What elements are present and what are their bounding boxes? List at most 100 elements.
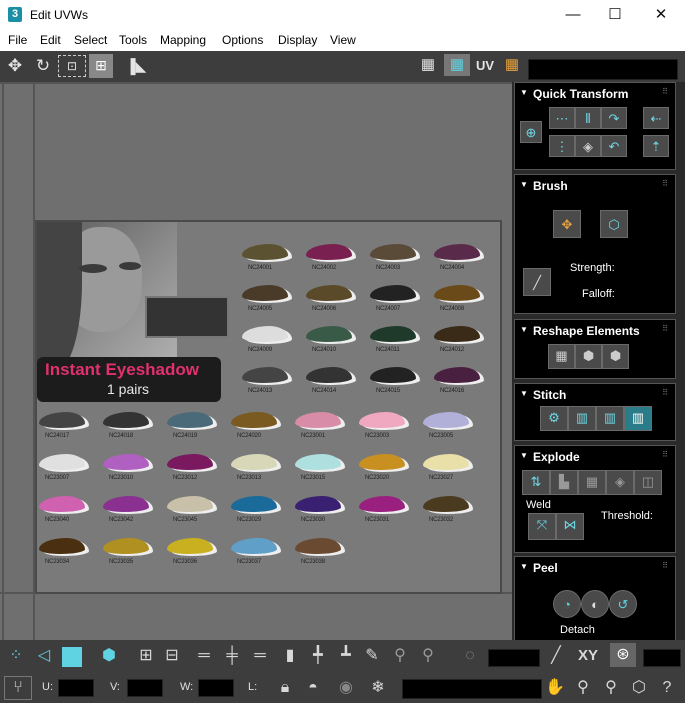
shrink-select-icon[interactable]: ⊟	[160, 644, 184, 668]
freeform-icon[interactable]: ⊞	[89, 54, 113, 78]
collapse-icon[interactable]: ▼	[520, 88, 528, 97]
grow-select-icon[interactable]: ⊞	[134, 644, 158, 668]
falloff-curve-icon[interactable]: ╱	[523, 268, 551, 296]
brush-title[interactable]: Brush	[533, 179, 568, 193]
straighten-icon[interactable]: ▦	[548, 344, 575, 369]
help-icon[interactable]: ?	[656, 676, 678, 700]
lock-icon[interactable]: 🔒︎	[274, 676, 296, 700]
xy-label[interactable]: XY	[574, 644, 602, 668]
peel-mode-icon[interactable]: ◐	[581, 590, 609, 618]
align-horizontal-icon[interactable]: ⋯	[549, 107, 575, 129]
center-icon[interactable]: ◈	[575, 135, 601, 157]
distribute-h-icon[interactable]: ⇠	[643, 107, 669, 129]
pan-icon[interactable]: ✋	[544, 676, 566, 700]
zoom-extents-icon[interactable]: ⬡	[628, 676, 650, 700]
transform-line-icon[interactable]: ╱	[544, 644, 568, 668]
stitch-title[interactable]: Stitch	[533, 388, 566, 402]
scale-icon[interactable]: ⊡	[58, 55, 86, 77]
stitch-average-icon[interactable]: ▥	[596, 406, 624, 431]
collapse-icon[interactable]: ▼	[520, 562, 528, 571]
collapse-icon[interactable]: ▼	[520, 389, 528, 398]
menu-edit[interactable]: Edit	[40, 33, 61, 47]
uv-label[interactable]: UV	[474, 55, 496, 77]
flatten-smoothing-icon[interactable]: ▙	[550, 470, 578, 495]
select-by-element-icon[interactable]: ╇	[306, 644, 330, 668]
rotate-ccw-icon[interactable]: ↶	[601, 135, 627, 157]
menu-options[interactable]: Options	[222, 33, 263, 47]
weld-selected-icon[interactable]: ⤧	[528, 513, 556, 540]
relax-icon[interactable]: ⬢	[575, 344, 602, 369]
rotate-pivot-icon[interactable]: ◌	[458, 644, 482, 668]
close-button[interactable]: ✕	[638, 0, 684, 30]
minimize-button[interactable]: —	[550, 0, 596, 30]
edge-loop-icon[interactable]: ═	[248, 644, 272, 668]
collapse-icon[interactable]: ▼	[520, 325, 528, 334]
flatten-map-icon[interactable]: ◫	[634, 470, 662, 495]
coordinate-field[interactable]	[643, 649, 681, 667]
vertex-mode-icon[interactable]: ⁘	[4, 644, 28, 668]
show-map-icon[interactable]: ▦	[444, 54, 470, 76]
collapse-icon[interactable]: ▼	[520, 451, 528, 460]
u-field[interactable]	[58, 679, 94, 697]
point-to-point-icon[interactable]: ▮	[278, 644, 302, 668]
texture-dropdown[interactable]	[528, 59, 678, 80]
weld-target-icon[interactable]: ⋈	[556, 513, 584, 540]
peel-title[interactable]: Peel	[533, 561, 558, 575]
menu-tools[interactable]: Tools	[119, 33, 147, 47]
grip-icon: ⠿	[662, 388, 669, 397]
zoom-icon[interactable]: ⚲	[572, 676, 594, 700]
ring-select-icon[interactable]: ╪	[220, 644, 244, 668]
relax-tool-icon[interactable]: ⬢	[602, 344, 629, 369]
element-mode-icon[interactable]: ⬢	[96, 644, 122, 668]
reshape-title[interactable]: Reshape Elements	[533, 324, 640, 338]
selection-set-dropdown[interactable]	[402, 679, 542, 699]
paint-move-icon[interactable]: ✥	[553, 210, 581, 238]
mirror-icon[interactable]: ▐◣	[123, 55, 149, 77]
face-mode-icon[interactable]	[62, 647, 82, 667]
stitch-source-icon[interactable]: ▥	[568, 406, 596, 431]
edge-mode-icon[interactable]: ◁	[32, 644, 56, 668]
soft-select-icon[interactable]: ⚲	[388, 644, 412, 668]
move-icon[interactable]: ✥	[4, 55, 26, 77]
paint-select-icon[interactable]: ✎	[360, 644, 384, 668]
sticker-code: NC23031	[365, 517, 389, 523]
menu-mapping[interactable]: Mapping	[160, 33, 206, 47]
loop-select-icon[interactable]: ═	[192, 644, 216, 668]
menu-select[interactable]: Select	[74, 33, 107, 47]
render-uv-icon[interactable]: ⊛	[610, 643, 636, 667]
stitch-target-icon[interactable]: ▥	[624, 406, 652, 431]
w-field[interactable]	[198, 679, 234, 697]
absolute-mode-icon[interactable]: ⑂	[4, 676, 32, 700]
select-overlap-icon[interactable]: ┻	[334, 644, 358, 668]
rotate-icon[interactable]: ↻	[32, 55, 54, 77]
hide-icon[interactable]: ◓	[302, 676, 324, 700]
flatten-angle-icon[interactable]: ◈	[606, 470, 634, 495]
checker-map-icon[interactable]: ▦	[416, 54, 440, 76]
map-settings-icon[interactable]: ▦	[500, 54, 524, 76]
menu-file[interactable]: File	[8, 33, 27, 47]
transform-icon[interactable]: ⊕	[520, 121, 542, 143]
collapse-icon[interactable]: ▼	[520, 180, 528, 189]
space-horizontal-icon[interactable]: ⦀	[575, 107, 601, 129]
soft-select-falloff-icon[interactable]: ⚲	[416, 644, 440, 668]
relax-brush-icon[interactable]: ⬡	[600, 210, 628, 238]
zoom-region-icon[interactable]: ⚲	[600, 676, 622, 700]
explode-title[interactable]: Explode	[533, 450, 580, 464]
flatten-material-icon[interactable]: ▦	[578, 470, 606, 495]
v-field[interactable]	[127, 679, 163, 697]
align-vertical-icon[interactable]: ⋮	[549, 135, 575, 157]
stitch-custom-icon[interactable]: ⚙	[540, 406, 568, 431]
angle-field[interactable]	[488, 649, 540, 667]
maximize-button[interactable]: ☐	[592, 0, 638, 30]
quick-transform-title[interactable]: Quick Transform	[533, 87, 628, 101]
quick-peel-icon[interactable]: ◔	[553, 590, 581, 618]
menu-display[interactable]: Display	[278, 33, 317, 47]
visibility-icon[interactable]: ◉	[334, 676, 358, 700]
uv-viewport[interactable]: Instant Eyeshadow 1 pairs NC24001 NC24002…	[0, 82, 512, 640]
rotate-cw-icon[interactable]: ↷	[601, 107, 627, 129]
freeze-icon[interactable]: ❄	[366, 676, 390, 700]
distribute-v-icon[interactable]: ⇡	[643, 135, 669, 157]
break-icon[interactable]: ⇅	[522, 470, 550, 495]
menu-view[interactable]: View	[330, 33, 356, 47]
reset-peel-icon[interactable]: ↺	[609, 590, 637, 618]
